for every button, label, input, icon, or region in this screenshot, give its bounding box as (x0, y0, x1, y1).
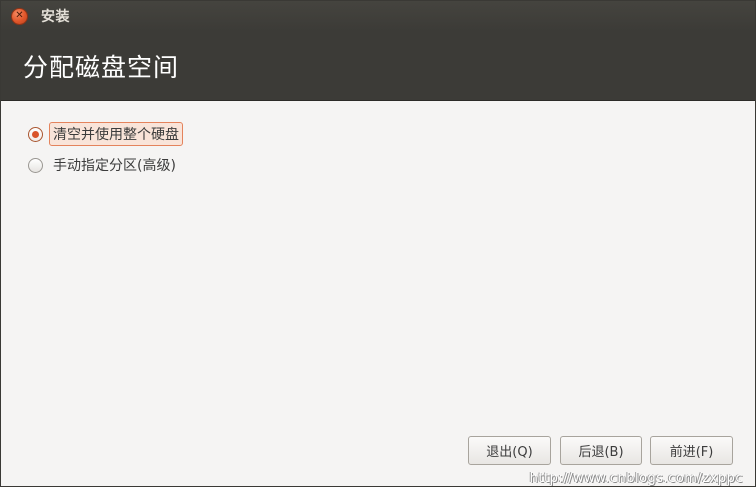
watermark-url: http://www.cnblogs.com/zxppc (529, 471, 743, 486)
close-icon[interactable]: ✕ (11, 7, 28, 25)
option-erase-disk[interactable]: 清空并使用整个硬盘 (28, 122, 183, 146)
option-manual-partition[interactable]: 手动指定分区(高级) (28, 153, 180, 177)
page-title: 分配磁盘空间 (23, 52, 180, 82)
header-banner: 分配磁盘空间 (1, 31, 755, 101)
installer-window: ✕ 安装 分配磁盘空间 清空并使用整个硬盘 手动指定分区(高级) 退出(Q) 后… (0, 0, 756, 487)
radio-checked-icon[interactable] (28, 126, 43, 142)
radio-unchecked-icon[interactable] (28, 157, 43, 173)
back-button[interactable]: 后退(B) (560, 436, 642, 465)
title-bar: ✕ 安装 (1, 1, 755, 31)
option-erase-disk-label[interactable]: 清空并使用整个硬盘 (49, 122, 183, 146)
option-manual-partition-label[interactable]: 手动指定分区(高级) (49, 153, 180, 177)
content-area: 清空并使用整个硬盘 手动指定分区(高级) 退出(Q) 后退(B) 前进(F) h… (1, 101, 755, 486)
forward-button[interactable]: 前进(F) (650, 436, 733, 465)
quit-button[interactable]: 退出(Q) (468, 436, 551, 465)
window-title: 安装 (41, 9, 70, 25)
